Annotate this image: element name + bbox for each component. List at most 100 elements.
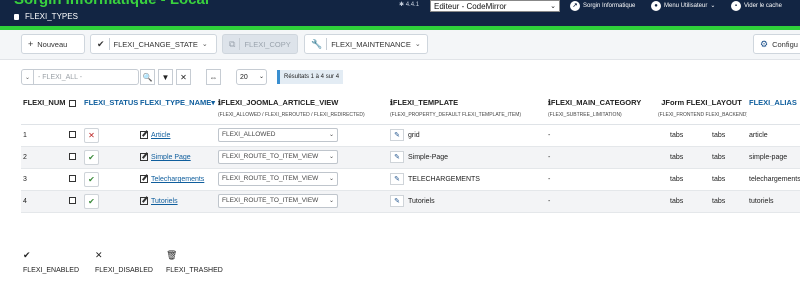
col-status[interactable]: FLEXI_STATUS <box>82 92 138 125</box>
results-counter: Résultats 1 à 4 sur 4 <box>277 70 344 84</box>
row-backend-layout: tabs <box>710 168 747 191</box>
table-row: 1 ✕ Article FLEXI_ALLOWED ⌄ ✎ grid - tabs tabs art… <box>21 124 800 147</box>
edit-icon <box>140 197 148 205</box>
edit-template-button[interactable]: ✎ <box>390 173 404 185</box>
select-all-checkbox[interactable] <box>69 99 76 107</box>
row-template-cell: ✎ grid <box>388 124 546 147</box>
row-checkbox-cell <box>67 146 82 169</box>
row-view-cell: FLEXI_ROUTE_TO_ITEM_VIEW ⌄ <box>216 168 388 191</box>
edit-icon: ✎ <box>394 198 400 205</box>
edit-template-button[interactable]: ✎ <box>390 195 404 207</box>
chevron-down-icon: ⌄ <box>328 176 334 182</box>
chevron-down-icon: ⌄ <box>414 41 421 48</box>
row-category-cell: - <box>546 124 656 147</box>
edit-icon: ✎ <box>394 176 400 183</box>
row-backend-layout: tabs <box>710 124 747 147</box>
version-label: ✱ 4.4.1 <box>399 2 420 8</box>
article-view-select[interactable]: FLEXI_ROUTE_TO_ITEM_VIEW ⌄ <box>218 172 338 186</box>
row-checkbox-cell <box>67 168 82 191</box>
search-icon: 🔍 <box>142 72 153 82</box>
row-num: 3 <box>21 168 67 191</box>
site-link-button[interactable]: ↗ Sorgin Informatique <box>566 0 639 12</box>
filter-button[interactable]: ▼ <box>158 69 173 85</box>
row-checkbox-cell <box>67 190 82 213</box>
row-category-cell: - <box>546 146 656 169</box>
new-button[interactable]: + Nouveau <box>21 34 85 54</box>
edit-template-button[interactable]: ✎ <box>390 151 404 163</box>
type-name-link[interactable]: Telechargements <box>151 176 204 183</box>
type-name-link[interactable]: Simple Page <box>151 154 191 161</box>
check-icon: ✔ <box>23 250 31 260</box>
close-icon: ✕ <box>95 250 103 260</box>
options-button[interactable]: ⚙ Configu <box>753 34 800 54</box>
col-select-all[interactable] <box>67 92 82 125</box>
status-toggle-button[interactable]: ✔ <box>84 171 99 187</box>
toolbar: + Nouveau ✔ FLEXI_CHANGE_STATE ⌄ ⧉ FLEXI… <box>0 30 800 60</box>
row-num: 4 <box>21 190 67 213</box>
article-view-select[interactable]: FLEXI_ROUTE_TO_ITEM_VIEW ⌄ <box>218 150 338 164</box>
user-menu-button[interactable]: ● Menu Utilisateur ⌄ <box>647 0 719 12</box>
status-toggle-button[interactable]: ✔ <box>84 193 99 209</box>
row-checkbox[interactable] <box>69 197 76 205</box>
row-status-cell: ✔ <box>82 190 138 213</box>
component-icon <box>14 13 19 20</box>
col-template: ℹFLEXI_TEMPLATE (FLEXI_PROPERTY_DEFAULT F… <box>388 92 546 125</box>
page-subtitle: FLEXI_TYPES <box>14 12 78 21</box>
trash-icon: ▪ <box>731 0 741 11</box>
clear-button[interactable]: ✕ <box>176 69 191 85</box>
col-num[interactable]: FLEXI_NUM <box>21 92 67 125</box>
row-alias: tutoriels <box>747 190 800 213</box>
row-view-cell: FLEXI_ROUTE_TO_ITEM_VIEW ⌄ <box>216 190 388 213</box>
type-name-link[interactable]: Article <box>151 132 170 139</box>
joomla-icon: ✱ <box>399 2 405 8</box>
change-state-button[interactable]: ✔ FLEXI_CHANGE_STATE ⌄ <box>90 34 217 54</box>
check-icon: ✔ <box>88 152 95 162</box>
status-toggle-button[interactable]: ✔ <box>84 149 99 165</box>
row-checkbox[interactable] <box>69 131 76 139</box>
row-frontend-layout: tabs <box>656 146 710 169</box>
row-template-cell: ✎ TELECHARGEMENTS <box>388 168 546 191</box>
row-template-cell: ✎ Tutoriels <box>388 190 546 213</box>
edit-icon <box>140 153 148 161</box>
article-view-select[interactable]: FLEXI_ROUTE_TO_ITEM_VIEW ⌄ <box>218 194 338 208</box>
col-alias[interactable]: FLEXI_ALIAS <box>747 92 800 125</box>
legend-trashed: 🗑 FLEXI_TRASHED <box>166 250 223 274</box>
limit-select[interactable]: 20 ⌄ <box>236 69 267 85</box>
site-title[interactable]: Sorgin Informatique - Local <box>14 0 209 8</box>
search-input[interactable]: ⌄ - FLEXI_ALL - <box>21 69 139 85</box>
row-category-cell: - <box>546 190 656 213</box>
row-frontend-layout: tabs <box>656 168 710 191</box>
search-scope-dropdown[interactable]: ⌄ <box>22 70 34 84</box>
chevron-down-icon: ⌄ <box>328 198 334 204</box>
row-status-cell: ✕ <box>82 124 138 147</box>
row-view-cell: FLEXI_ALLOWED ⌄ <box>216 124 388 147</box>
gear-icon: ⚙ <box>760 38 769 49</box>
clear-cache-button[interactable]: ▪ Vider le cache <box>727 0 786 12</box>
page-subtitle-text: FLEXI_TYPES <box>25 12 78 21</box>
edit-template-button[interactable]: ✎ <box>390 129 404 141</box>
col-type-name[interactable]: FLEXI_TYPE_NAME▾ <box>138 92 216 125</box>
maintenance-button[interactable]: 🔧 FLEXI_MAINTENANCE ⌄ <box>304 34 428 54</box>
article-view-select[interactable]: FLEXI_ALLOWED ⌄ <box>218 128 338 142</box>
row-backend-layout: tabs <box>710 190 747 213</box>
check-icon: ✔ <box>97 38 105 49</box>
row-type-name-cell: Tutoriels <box>138 190 216 213</box>
chevron-down-icon: ⌄ <box>710 3 716 9</box>
status-toggle-button[interactable]: ✕ <box>84 127 99 143</box>
edit-icon <box>140 175 148 183</box>
col-main-category: ℹFLEXI_MAIN_CATEGORY (FLEXI_SUBTREE_LIMIT… <box>546 92 656 125</box>
search-button[interactable]: 🔍 <box>140 69 155 85</box>
row-type-name-cell: Article <box>138 124 216 147</box>
row-checkbox[interactable] <box>69 175 76 183</box>
type-name-link[interactable]: Tutoriels <box>151 198 178 205</box>
copy-button[interactable]: ⧉ FLEXI_COPY <box>222 34 298 54</box>
row-checkbox[interactable] <box>69 153 76 161</box>
col-article-view: ℹFLEXI_JOOMLA_ARTICLE_VIEW (FLEXI_ALLOWED… <box>216 92 388 125</box>
row-checkbox-cell <box>67 124 82 147</box>
editor-select[interactable]: Editeur - CodeMirror ⌄ <box>430 0 560 12</box>
row-template-cell: ✎ Simple-Page <box>388 146 546 169</box>
toggle-columns-button[interactable]: ⇔ <box>206 69 221 85</box>
close-icon: ✕ <box>88 130 95 140</box>
table-header-row: FLEXI_NUM FLEXI_STATUS FLEXI_TYPE_NAME▾ … <box>21 92 800 125</box>
filter-icon: ▼ <box>161 72 170 82</box>
